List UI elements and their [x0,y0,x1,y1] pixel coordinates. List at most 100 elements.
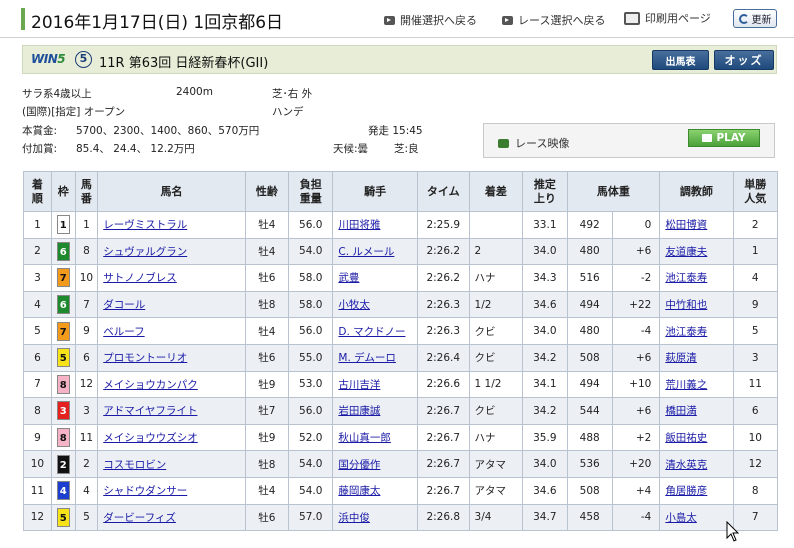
cell-trainer[interactable]: 中竹和也 [659,290,734,319]
cell-margin: ハナ [468,423,524,452]
cell-sex-age: 牡4 [244,211,290,239]
cell-jockey[interactable]: 武豊 [332,264,418,292]
cell-trainer-link[interactable]: 飯田祐史 [665,432,707,444]
cell-jockey-link[interactable]: 川田将雅 [338,219,380,231]
cell-trainer-link[interactable]: 萩原清 [665,352,697,364]
cell-trainer-link[interactable]: 松田博資 [665,219,707,231]
cell-trainer-link[interactable]: 荒川義之 [665,379,707,391]
cell-trainer[interactable]: 萩原清 [659,343,734,372]
cell-jockey-link[interactable]: 国分優作 [338,459,380,471]
cell-horse-name[interactable]: メイショウカンパク [97,370,246,399]
cell-jockey-link[interactable]: 秋山真一郎 [338,432,391,444]
cell-horse-name-link[interactable]: サトノノブレス [103,272,177,284]
cell-jockey[interactable]: C. ルメール [332,237,418,266]
cell-horse-name-link[interactable]: アドマイヤフライト [103,405,197,417]
cell-trainer-link[interactable]: 角居勝彦 [665,485,707,497]
cell-jockey-link[interactable]: 武豊 [338,272,359,284]
cell-trainer-link[interactable]: 池江泰寿 [665,326,707,338]
back-to-race-label: レース選択へ戻る [518,14,606,27]
refresh-button[interactable]: 更新 [733,9,777,28]
results-table: 着 順枠馬 番馬名 性齢 負担 重量 騎手 タイム 着差 推定 上り 馬体重 調教師 単勝 人気 … [23,171,779,532]
cell-jockey[interactable]: 小牧太 [332,290,418,319]
cell-jockey[interactable]: M. デムーロ [332,343,418,372]
waku-badge: 6 [56,241,70,261]
cell-time: 2:26.7 [416,397,470,425]
cell-jockey-link[interactable]: C. ルメール [338,246,394,258]
cell-trainer[interactable]: 清水英克 [659,450,734,478]
title-accent-bar [21,8,25,30]
cell-horse-name-link[interactable]: ダコール [103,299,145,311]
cell-margin: アタマ [468,476,524,505]
waku-badge: 1 [56,215,70,235]
cell-trainer[interactable]: 池江泰寿 [659,317,734,345]
print-link[interactable]: 印刷用ページ [624,10,711,26]
cell-horse-name-link[interactable]: シャドウダンサー [103,485,187,497]
cell-jockey[interactable]: 浜中俊 [332,503,418,532]
cell-trainer[interactable]: 池江泰寿 [659,264,734,292]
cell-jockey[interactable]: 古川吉洋 [332,370,418,399]
cell-horse-name[interactable]: レーヴミストラル [97,211,246,239]
cell-trainer-link[interactable]: 小島太 [665,512,697,524]
entries-button[interactable]: 出馬表 [652,50,709,70]
cell-horse-name[interactable]: プロモントーリオ [97,343,246,372]
cell-trainer-link[interactable]: 橋田満 [665,405,697,417]
header-horse: 馬名 [97,171,246,212]
cell-sex-age: 牡8 [244,450,290,478]
cell-trainer[interactable]: 荒川義之 [659,370,734,399]
cell-jockey-link[interactable]: 浜中俊 [338,512,370,524]
cell-horse-name[interactable]: サトノノブレス [97,264,246,292]
play-button[interactable]: PLAY [688,129,760,147]
cell-horse-name-link[interactable]: ダービーフィズ [103,512,176,524]
cell-jockey-link[interactable]: D. マクドノー [338,326,405,338]
cell-horse-name-link[interactable]: メイショウカンパク [103,379,198,391]
cell-trainer-link[interactable]: 中竹和也 [665,299,707,311]
cell-horse-name[interactable]: アドマイヤフライト [97,397,246,425]
cell-jockey[interactable]: 岩田康誠 [332,397,418,425]
cell-horse-name-link[interactable]: プロモントーリオ [103,352,187,364]
cell-horse-name[interactable]: コスモロビン [97,450,246,478]
cell-jockey[interactable]: 藤岡康太 [332,476,418,505]
cell-trainer-link[interactable]: 清水英克 [665,459,707,471]
cell-jockey-link[interactable]: 古川吉洋 [338,379,380,391]
cell-carried-weight: 53.0 [288,370,334,399]
back-to-meeting-link[interactable]: 開催選択へ戻る [384,12,477,28]
cell-jockey[interactable]: 川田将雅 [332,211,418,239]
cell-margin: 1/2 [468,290,524,319]
header-weight: 負担 重量 [288,171,334,212]
cell-jockey-link[interactable]: 藤岡康太 [338,485,380,497]
cell-horse-name[interactable]: ダコール [97,290,246,319]
cell-body-weight: 544 [566,397,613,425]
cell-jockey[interactable]: 国分優作 [332,450,418,478]
cell-jockey-link[interactable]: 小牧太 [338,299,370,311]
cell-horse-name[interactable]: ベルーフ [97,317,246,345]
cell-body-weight-diff: 0 [611,211,661,239]
cell-jockey[interactable]: D. マクドノー [332,317,418,345]
waku-badge: 8 [56,428,70,448]
cell-time: 2:26.2 [416,237,470,266]
cell-trainer[interactable]: 小島太 [659,503,734,532]
cell-horse-name[interactable]: シュヴァルグラン [97,237,246,266]
cell-jockey[interactable]: 秋山真一郎 [332,423,418,452]
cell-trainer[interactable]: 友道康夫 [659,237,734,266]
cell-trainer[interactable]: 橋田満 [659,397,734,425]
cell-trainer[interactable]: 松田博資 [659,211,734,239]
cell-trainer[interactable]: 飯田祐史 [659,423,734,452]
cell-waku: 1 [50,211,76,239]
cell-horse-name-link[interactable]: コスモロビン [103,459,166,471]
cell-horse-name-link[interactable]: メイショウウズシオ [103,432,198,444]
cell-popularity: 6 [732,397,779,425]
cell-jockey-link[interactable]: M. デムーロ [338,352,396,364]
cell-horse-name-link[interactable]: ベルーフ [103,326,144,338]
cell-horse-name[interactable]: シャドウダンサー [97,476,246,505]
cell-jockey-link[interactable]: 岩田康誠 [338,405,380,417]
cell-trainer-link[interactable]: 池江泰寿 [665,272,707,284]
cell-horse-name[interactable]: メイショウウズシオ [97,423,246,452]
back-to-race-link[interactable]: レース選択へ戻る [502,12,605,28]
cell-horse-name-link[interactable]: シュヴァルグラン [103,246,187,258]
odds-button[interactable]: オッズ [714,50,774,70]
cell-trainer[interactable]: 角居勝彦 [659,476,734,505]
cell-horse-name[interactable]: ダービーフィズ [97,503,246,532]
arrow-icon [384,15,395,25]
cell-trainer-link[interactable]: 友道康夫 [665,246,707,258]
cell-horse-name-link[interactable]: レーヴミストラル [103,219,187,231]
